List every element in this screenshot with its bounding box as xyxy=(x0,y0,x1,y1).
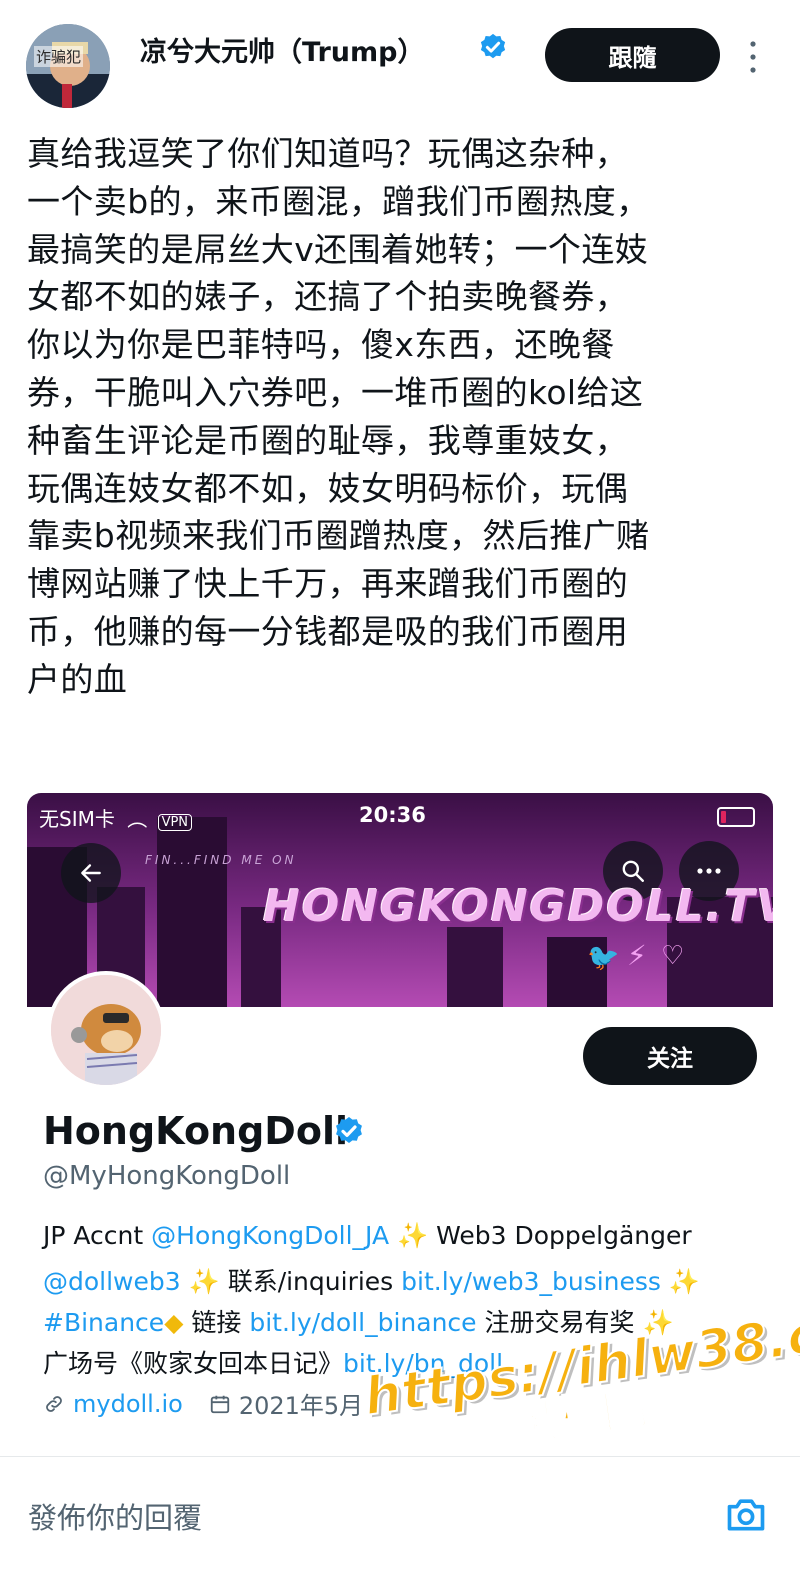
bio-text: JP Accnt xyxy=(43,1221,152,1250)
banner-title: HONGKONGDOLL.TV xyxy=(263,881,773,932)
profile-meta: mydoll.io 2021年5月 xyxy=(43,1386,363,1421)
bio-mention-link[interactable]: @HongKongDoll_JA xyxy=(151,1221,389,1250)
bio-text: 链接 xyxy=(183,1308,250,1337)
back-arrow-icon[interactable] xyxy=(61,843,121,903)
tweet-line: 靠卖b视频来我们币圈蹭热度，然后推广赌 xyxy=(27,516,650,556)
tweet-line: 最搞笑的是屌丝大v还围着她转；一个连妓 xyxy=(27,229,649,269)
tweet-line: 女都不如的婊子，还搞了个拍卖晚餐券， xyxy=(27,277,629,317)
tweet-line: 种畜生评论是币圈的耻辱，我尊重妓女， xyxy=(27,420,629,460)
verified-badge-icon xyxy=(480,33,506,59)
vpn-badge: VPN xyxy=(157,814,193,831)
tweet-line: 一个卖b的，来币圈混，蹭我们币圈热度， xyxy=(27,181,650,221)
profile-banner: 无SIM卡 ︵ VPN 20:36 FIN...FIND ME ON HONGK… xyxy=(27,793,773,1007)
tweet-text: 真给我逗笑了你们知道吗？玩偶这杂种， 一个卖b的，来币圈混，蹭我们币圈热度， 最… xyxy=(27,130,777,704)
heart-logo-icon: ♡ xyxy=(661,941,685,971)
bio-url-link[interactable]: bit.ly/web3_business xyxy=(401,1267,661,1296)
reply-input[interactable]: 發佈你的回覆 xyxy=(28,1495,202,1537)
follow-button[interactable]: 跟隨 xyxy=(545,28,720,82)
carrier-text: 无SIM卡 xyxy=(39,807,115,831)
tweet-line: 玩偶连妓女都不如，妓女明码标价，玩偶 xyxy=(27,468,629,508)
status-clock: 20:36 xyxy=(359,803,426,827)
reply-bar: 發佈你的回覆 xyxy=(0,1456,800,1571)
camera-icon[interactable] xyxy=(724,1492,768,1536)
bolt-icon: ⚡ xyxy=(627,939,647,972)
bio-line: @dollweb3 ✨ 联系/inquiries bit.ly/web3_bus… xyxy=(43,1262,700,1298)
verified-badge-icon xyxy=(336,1117,362,1143)
battery-icon xyxy=(717,807,755,827)
twitter-bird-icon: 🐦 xyxy=(587,943,620,973)
author-name[interactable]: 凉兮大元帅（Trump） xyxy=(140,30,424,69)
bio-text: ✨ 联系/inquiries xyxy=(180,1267,402,1296)
more-options-icon[interactable] xyxy=(746,40,760,74)
bio-url-link[interactable]: bit.ly/doll_binance xyxy=(249,1308,476,1337)
bio-line: #Binance◆ 链接 bit.ly/doll_binance 注册交易有奖 … xyxy=(43,1303,674,1339)
bio-hashtag-link[interactable]: #Binance xyxy=(43,1308,164,1337)
joined-date: 2021年5月 xyxy=(238,1392,364,1420)
website-link[interactable]: mydoll.io xyxy=(73,1390,183,1418)
bio-mention-link[interactable]: @dollweb3 xyxy=(43,1267,181,1296)
calendar-icon xyxy=(210,1395,229,1413)
author-avatar[interactable]: 诈骗犯 xyxy=(26,24,110,108)
bio-text: 广场号《败家女回本日记》 xyxy=(43,1349,344,1378)
profile-follow-button[interactable]: 关注 xyxy=(583,1027,757,1085)
tweet-line: 真给我逗笑了你们知道吗？玩偶这杂种， xyxy=(27,134,629,173)
tweet-line: 你以为你是巴菲特吗，傻x东西，还晚餐 xyxy=(27,325,615,365)
tweet-line: 户的血 xyxy=(27,659,128,699)
avatar-stamp-text: 诈骗犯 xyxy=(34,46,84,67)
profile-handle: @MyHongKongDoll xyxy=(43,1161,291,1191)
tweet-line: 币，他赚的每一分钱都是吸的我们币圈用 xyxy=(27,611,629,651)
bio-text: ✨ xyxy=(660,1267,701,1296)
bio-line: JP Accnt @HongKongDoll_JA ✨ Web3 Doppelg… xyxy=(43,1221,692,1251)
banner-tagline: FIN...FIND ME ON xyxy=(145,853,297,867)
bio-text: ✨ Web3 Doppelgänger xyxy=(389,1221,692,1250)
tweet-line: 博网站赚了快上千万，再来蹭我们币圈的 xyxy=(27,564,629,604)
link-icon xyxy=(46,1395,62,1412)
profile-name: HongKongDoll xyxy=(43,1109,349,1153)
profile-avatar[interactable] xyxy=(47,971,165,1089)
tweet-line: 券，干脆叫入穴券吧，一堆币圈的kol给这 xyxy=(27,372,644,412)
status-carrier: 无SIM卡 ︵ VPN xyxy=(39,803,193,832)
binance-diamond-icon: ◆ xyxy=(164,1308,184,1337)
wifi-icon: ︵ xyxy=(127,807,148,831)
